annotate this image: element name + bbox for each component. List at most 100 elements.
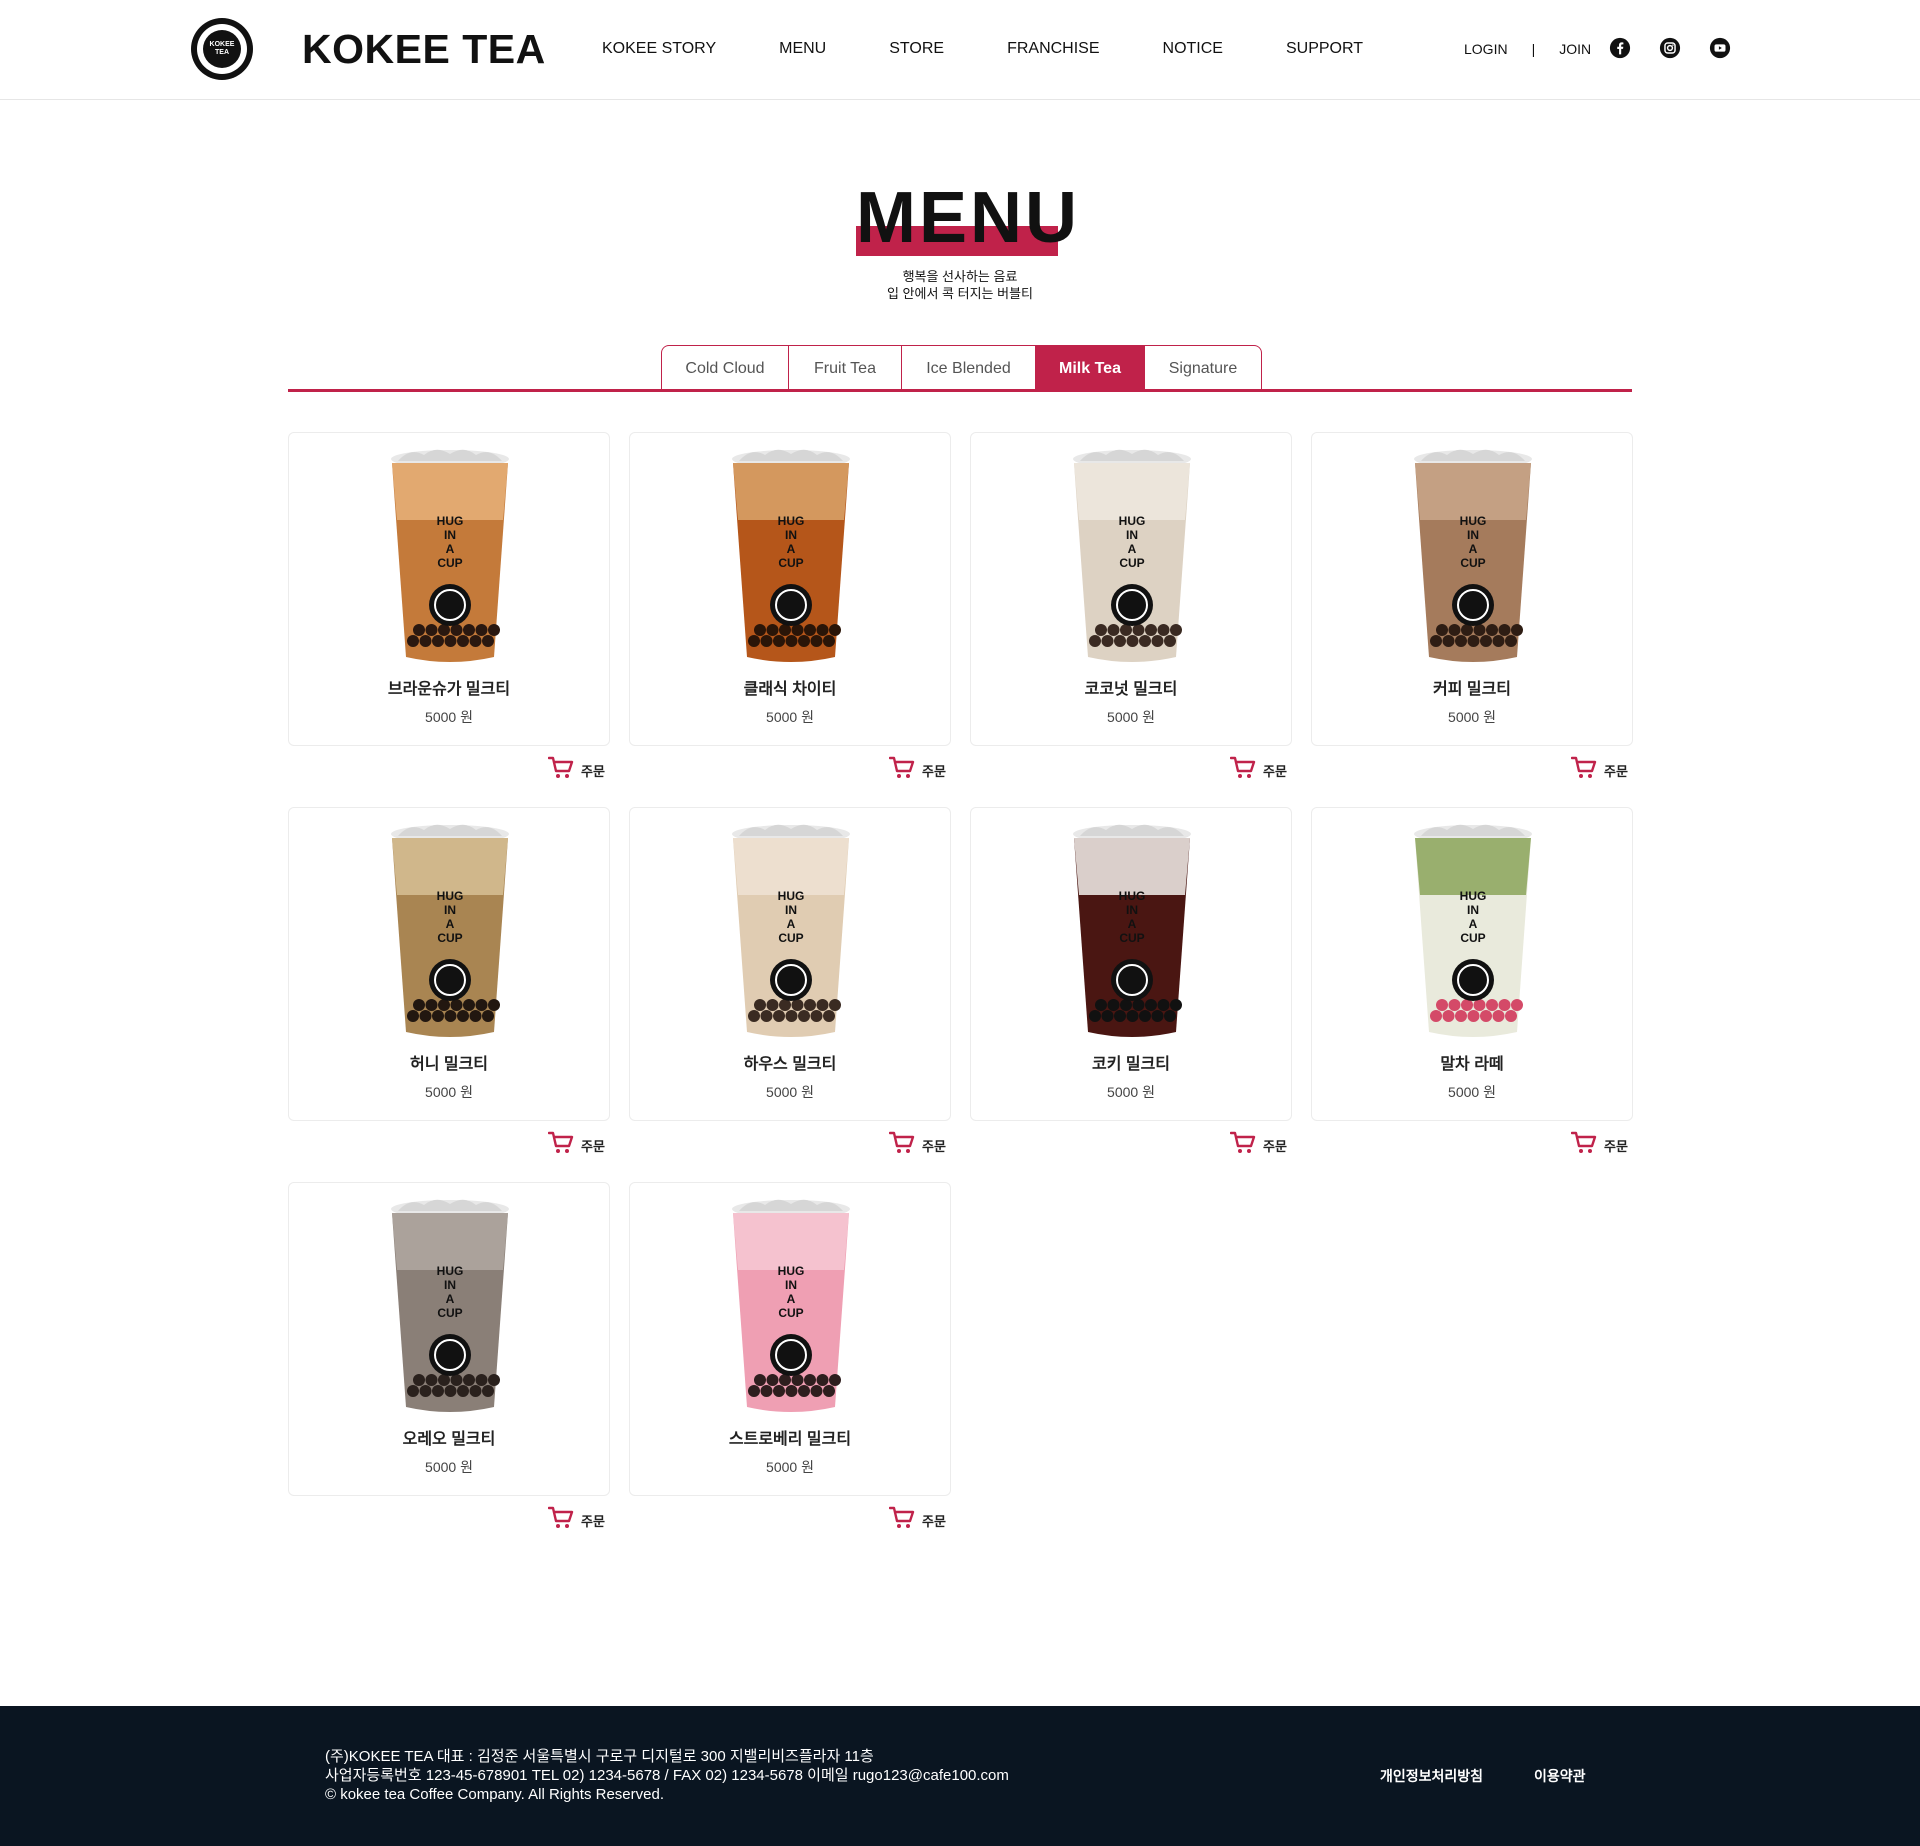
tab-ice-blended[interactable]: Ice Blended xyxy=(901,345,1036,391)
nav-kokee-story[interactable]: KOKEE STORY xyxy=(602,40,716,58)
tapioca-pearl xyxy=(766,1374,779,1386)
product-card[interactable]: HUG IN A CUP 클래식 차이티 5000 원 xyxy=(629,432,951,746)
cup-label-text: IN xyxy=(444,903,456,917)
product-card[interactable]: HUG IN A CUP 허니 밀크티 5000 원 xyxy=(288,807,610,1121)
tapioca-pearl xyxy=(475,624,488,636)
nav-store[interactable]: STORE xyxy=(889,40,944,58)
tapioca-pearl xyxy=(488,999,500,1011)
company-registration: 사업자등록번호 123-45-678901 TEL 02) 1234-5678 … xyxy=(325,1767,1009,1784)
product-card[interactable]: HUG IN A CUP 커피 밀크티 5000 원 xyxy=(1311,432,1633,746)
order-button[interactable]: 주문 xyxy=(889,1506,946,1530)
order-button[interactable]: 주문 xyxy=(1571,756,1628,780)
tapioca-pearl xyxy=(823,1385,835,1397)
order-button[interactable]: 주문 xyxy=(548,1131,605,1155)
tapioca-pearl xyxy=(829,1374,841,1386)
tapioca-pearl xyxy=(425,1374,438,1386)
tapioca-pearl xyxy=(1145,624,1157,636)
tab-milk-tea[interactable]: Milk Tea xyxy=(1035,345,1145,391)
order-button[interactable]: 주문 xyxy=(548,756,605,780)
tapioca-pearl xyxy=(457,635,469,647)
order-button[interactable]: 주문 xyxy=(1230,1131,1287,1155)
cup-label-text: CUP xyxy=(778,931,803,945)
tapioca-pearl xyxy=(1455,1010,1467,1022)
tapioca-pearl xyxy=(823,1010,835,1022)
tapioca-pearl xyxy=(444,1010,457,1022)
join-link[interactable]: JOIN xyxy=(1559,41,1591,57)
order-button[interactable]: 주문 xyxy=(1230,756,1287,780)
product-card[interactable]: HUG IN A CUP 말차 라떼 5000 원 xyxy=(1311,807,1633,1121)
tapioca-pearl xyxy=(457,1010,469,1022)
privacy-policy-link[interactable]: 개인정보처리방침 xyxy=(1380,1766,1483,1786)
product-price: 5000 원 xyxy=(425,1084,473,1100)
tapioca-pearl xyxy=(748,1010,760,1022)
tapioca-pearl xyxy=(463,624,475,636)
tapioca-pearl xyxy=(748,635,760,647)
tapioca-pearl xyxy=(444,1385,457,1397)
order-label: 주문 xyxy=(1604,764,1628,779)
cup-label-text: IN xyxy=(1467,903,1479,917)
tapioca-pearl xyxy=(1164,635,1176,647)
cup-label-text: HUG xyxy=(437,1264,464,1278)
logo[interactable]: KOKEE TEA xyxy=(191,18,253,80)
nav-franchise[interactable]: FRANCHISE xyxy=(1007,40,1099,58)
page-title: MENU xyxy=(856,178,1080,258)
product-name: 코키 밀크티 xyxy=(1091,1056,1171,1073)
tapioca-pearl xyxy=(1480,1010,1492,1022)
tapioca-pearl xyxy=(1442,635,1455,647)
cup-label-text: HUG xyxy=(437,889,464,903)
tapioca-pearl xyxy=(760,635,773,647)
tapioca-pearl xyxy=(773,635,785,647)
order-button[interactable]: 주문 xyxy=(889,756,946,780)
tapioca-pearl xyxy=(760,1385,773,1397)
drink-top-layer xyxy=(392,838,508,895)
tapioca-pearl xyxy=(1498,999,1511,1011)
tapioca-pearl xyxy=(754,624,766,636)
order-button[interactable]: 주문 xyxy=(548,1506,605,1530)
cup-label-text: A xyxy=(787,917,796,931)
drink-top-layer xyxy=(733,838,849,895)
brand-name[interactable]: KOKEE TEA xyxy=(302,26,546,73)
auth-links: LOGIN | JOIN xyxy=(1464,41,1591,57)
product-card[interactable]: HUG IN A CUP 스트로베리 밀크티 5000 원 xyxy=(629,1182,951,1496)
tapioca-pearl xyxy=(754,1374,766,1386)
footer-links: 개인정보처리방침 이용약관 xyxy=(1380,1766,1637,1786)
tapioca-pearl xyxy=(1498,624,1511,636)
cup-label-text: A xyxy=(1128,917,1137,931)
nav-menu[interactable]: MENU xyxy=(779,40,826,58)
terms-link[interactable]: 이용약관 xyxy=(1534,1766,1586,1786)
cup-label-text: HUG xyxy=(778,1264,805,1278)
product-card[interactable]: HUG IN A CUP 브라운슈가 밀크티 5000 원 xyxy=(288,432,610,746)
tapioca-pearl xyxy=(1492,1010,1505,1022)
facebook-icon[interactable] xyxy=(1609,37,1631,59)
tab-signature[interactable]: Signature xyxy=(1144,345,1262,391)
tapioca-pearl xyxy=(1114,635,1126,647)
tapioca-pearl xyxy=(425,999,438,1011)
product-card[interactable]: HUG IN A CUP 코코넛 밀크티 5000 원 xyxy=(970,432,1292,746)
tapioca-pearl xyxy=(1455,635,1467,647)
cup-label-text: IN xyxy=(1467,528,1479,542)
product-price: 5000 원 xyxy=(425,1459,473,1475)
product-card[interactable]: HUG IN A CUP 오레오 밀크티 5000 원 xyxy=(288,1182,610,1496)
drink-top-layer xyxy=(392,463,508,520)
order-button[interactable]: 주문 xyxy=(1571,1131,1628,1155)
login-link[interactable]: LOGIN xyxy=(1464,41,1508,57)
youtube-icon[interactable] xyxy=(1709,37,1731,59)
cup-label-text: CUP xyxy=(778,556,803,570)
copyright: © kokee tea Coffee Company. All Rights R… xyxy=(325,1786,665,1803)
tab-fruit-tea[interactable]: Fruit Tea xyxy=(788,345,902,391)
nav-support[interactable]: SUPPORT xyxy=(1286,40,1363,58)
product-card[interactable]: HUG IN A CUP 코키 밀크티 5000 원 xyxy=(970,807,1292,1121)
tab-cold-cloud[interactable]: Cold Cloud xyxy=(661,345,789,391)
tapioca-pearl xyxy=(798,635,810,647)
tapioca-pearl xyxy=(1511,999,1523,1011)
instagram-icon[interactable] xyxy=(1659,37,1681,59)
nav-notice[interactable]: NOTICE xyxy=(1163,40,1223,58)
auth-separator: | xyxy=(1531,41,1536,57)
order-button[interactable]: 주문 xyxy=(889,1131,946,1155)
product-card[interactable]: HUG IN A CUP 하우스 밀크티 5000 원 xyxy=(629,807,951,1121)
drink-top-layer xyxy=(1415,838,1531,895)
site-footer: (주)KOKEE TEA 대표 : 김정준 서울특별시 구로구 디지털로 300… xyxy=(0,1706,1920,1846)
tapioca-pearl xyxy=(1436,999,1448,1011)
product-name: 오레오 밀크티 xyxy=(402,1431,496,1448)
cup-label-text: A xyxy=(1128,542,1137,556)
